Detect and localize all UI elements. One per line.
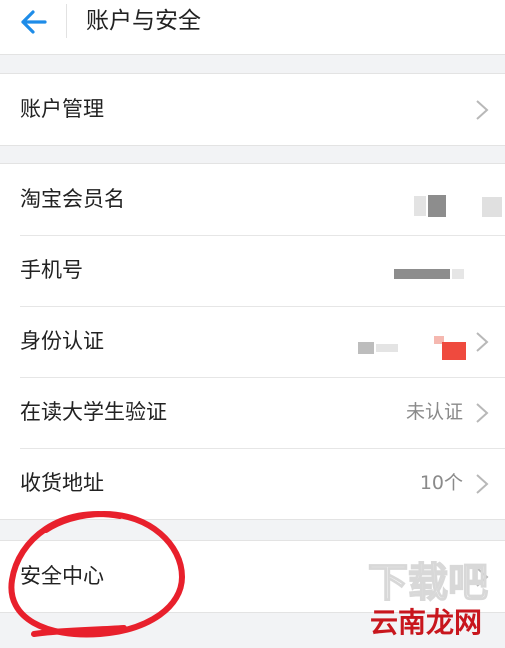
- chevron-right-icon: [476, 403, 489, 423]
- profile-info-group: 淘宝会员名 手机号 身份认证 在读大学生验证 未认证 收货地址 10个: [0, 163, 505, 520]
- back-arrow-icon: [21, 10, 47, 34]
- page-title: 账户与安全: [86, 8, 201, 34]
- row-identity-verification[interactable]: 身份认证: [0, 306, 505, 377]
- redacted-member-name: [428, 195, 446, 217]
- header-divider: [66, 4, 67, 38]
- watermark-logo: 下载吧 云南龙网: [367, 560, 489, 639]
- student-verification-status: 未认证: [405, 401, 463, 423]
- chevron-right-icon: [476, 100, 489, 120]
- row-label-identity-verification: 身份认证: [20, 329, 104, 353]
- shipping-address-count: 10个: [419, 472, 463, 494]
- redacted-identity-status: [358, 342, 374, 354]
- watermark-text: 云南龙网: [370, 606, 482, 639]
- back-button[interactable]: [14, 6, 54, 38]
- row-label-shipping-address: 收货地址: [20, 471, 104, 495]
- redacted-phone-number: [452, 269, 464, 279]
- chevron-right-icon: [476, 474, 489, 494]
- redacted-phone-number: [394, 269, 450, 279]
- redacted-member-name: [414, 196, 426, 216]
- svg-text:下载吧: 下载吧: [368, 560, 488, 606]
- account-management-group: 账户管理: [0, 73, 505, 146]
- redacted-identity-status: [442, 342, 466, 360]
- row-label-account-management: 账户管理: [20, 97, 104, 121]
- row-label-member-name: 淘宝会员名: [20, 187, 125, 211]
- row-label-security-center: 安全中心: [20, 564, 104, 588]
- row-label-student-verification: 在读大学生验证: [20, 400, 167, 424]
- row-label-phone-number: 手机号: [20, 258, 83, 282]
- row-phone-number[interactable]: 手机号: [0, 235, 505, 306]
- row-account-management[interactable]: 账户管理: [0, 74, 505, 145]
- app-header: 账户与安全: [0, 0, 505, 55]
- redacted-identity-status: [376, 344, 398, 352]
- redacted-member-name: [482, 197, 502, 217]
- chevron-right-icon: [476, 332, 489, 352]
- row-member-name[interactable]: 淘宝会员名: [0, 164, 505, 235]
- row-shipping-address[interactable]: 收货地址 10个: [0, 448, 505, 519]
- row-student-verification[interactable]: 在读大学生验证 未认证: [0, 377, 505, 448]
